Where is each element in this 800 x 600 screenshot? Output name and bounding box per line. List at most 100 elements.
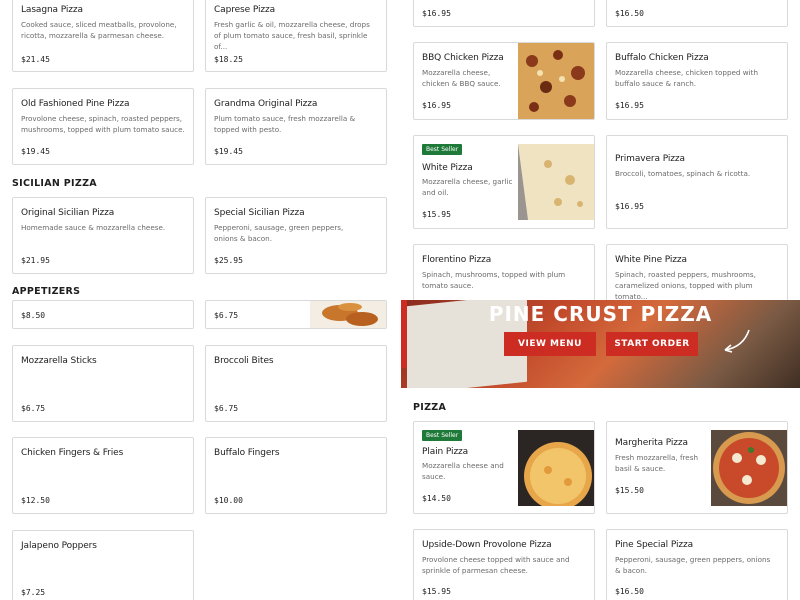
item-description: Mozzarella cheese, chicken & BBQ sauce.: [422, 68, 501, 88]
item-price: $19.45: [21, 147, 50, 156]
item-description: Cooked sauce, sliced meatballs, provolon…: [21, 20, 177, 40]
item-price: $16.50: [615, 9, 644, 18]
menu-item-white-pine-pizza[interactable]: White Pine Pizza Spinach, roasted pepper…: [606, 244, 788, 304]
item-description: Mozzarella cheese, chicken topped with b…: [615, 68, 759, 88]
item-name: BBQ Chicken Pizza: [422, 53, 504, 63]
item-price: $16.50: [615, 587, 644, 596]
item-description: Pepperoni, sausage, green peppers, onion…: [615, 555, 771, 575]
item-description: Pepperoni, sausage, green peppers, onion…: [214, 223, 344, 243]
item-price: $21.95: [21, 256, 50, 265]
menu-item-lasagna-pizza[interactable]: Lasagna Pizza Cooked sauce, sliced meatb…: [12, 0, 194, 72]
item-price: $7.25: [21, 588, 46, 597]
menu-item-buffalo-chicken-pizza[interactable]: Buffalo Chicken Pizza Mozzarella cheese,…: [606, 42, 788, 120]
food-photo: [310, 301, 386, 328]
item-name: Old Fashioned Pine Pizza: [21, 99, 130, 109]
menu-item-white-pizza[interactable]: Best Seller White Pizza Mozzarella chees…: [413, 135, 595, 229]
item-name: Jalapeno Poppers: [21, 541, 97, 551]
menu-item-mozzarella-sticks[interactable]: Mozzarella Sticks $6.75: [12, 345, 194, 422]
menu-item-chicken-fingers-fries[interactable]: Chicken Fingers & Fries $12.50: [12, 437, 194, 514]
item-description: Homemade sauce & mozzarella cheese.: [21, 223, 166, 232]
item-name: White Pine Pizza: [615, 255, 687, 265]
item-price: $25.95: [214, 256, 243, 265]
item-description: Spinach, mushrooms, topped with plum tom…: [422, 270, 566, 290]
menu-item-old-fashioned-pine-pizza[interactable]: Old Fashioned Pine Pizza Provolone chees…: [12, 88, 194, 165]
best-seller-badge: Best Seller: [422, 144, 463, 155]
menu-item-original-sicilian-pizza[interactable]: Original Sicilian Pizza Homemade sauce &…: [12, 197, 194, 274]
item-name: Grandma Original Pizza: [214, 99, 318, 109]
item-description: Mozzarella cheese, garlic and oil.: [422, 177, 513, 197]
item-price: $8.50: [21, 311, 46, 320]
plain-pizza-photo: [518, 430, 594, 506]
item-name: Caprese Pizza: [214, 5, 276, 15]
item-name: Plain Pizza: [422, 447, 469, 457]
item-description: Plum tomato sauce, fresh mozzarella & to…: [214, 114, 356, 134]
item-price: $12.50: [21, 496, 50, 505]
menu-item-broccoli-bites[interactable]: Broccoli Bites $6.75: [205, 345, 387, 422]
item-price: $6.75: [214, 311, 239, 320]
bbq-pizza-photo: [518, 43, 594, 119]
item-name: Chicken Fingers & Fries: [21, 448, 124, 458]
item-description: Broccoli, tomatoes, spinach & ricotta.: [615, 169, 751, 178]
margherita-pizza-photo: [711, 430, 787, 506]
item-name: Pine Special Pizza: [615, 540, 694, 550]
item-name: Broccoli Bites: [214, 356, 274, 366]
item-name: White Pizza: [422, 163, 473, 173]
menu-item-upside-down-provolone-pizza[interactable]: Upside-Down Provolone Pizza Provolone ch…: [413, 529, 595, 600]
item-name: Mozzarella Sticks: [21, 356, 97, 366]
item-price: $15.50: [615, 486, 644, 495]
item-name: Primavera Pizza: [615, 154, 685, 164]
item-price: $6.75: [214, 404, 239, 413]
menu-item-plain-pizza[interactable]: Best Seller Plain Pizza Mozzarella chees…: [413, 421, 595, 514]
menu-item-pine-special-pizza[interactable]: Pine Special Pizza Pepperoni, sausage, g…: [606, 529, 788, 600]
item-name: Original Sicilian Pizza: [21, 208, 115, 218]
menu-item-jalapeno-poppers[interactable]: Jalapeno Poppers $7.25: [12, 530, 194, 600]
start-order-button[interactable]: START ORDER: [606, 332, 698, 356]
menu-item-caprese-pizza[interactable]: Caprese Pizza Fresh garlic & oil, mozzar…: [205, 0, 387, 72]
item-price: $19.45: [214, 147, 243, 156]
hero-banner: PINE CRUST PIZZA VIEW MENU START ORDER: [401, 300, 800, 388]
item-name: Florentino Pizza: [422, 255, 492, 265]
item-price: $10.00: [214, 496, 243, 505]
menu-item-pizza[interactable]: $16.95: [413, 0, 595, 27]
item-description: Provolone cheese topped with sauce and s…: [422, 555, 570, 575]
item-name: Lasagna Pizza: [21, 5, 83, 15]
section-heading-appetizers: APPETIZERS: [12, 286, 81, 297]
menu-item-margherita-pizza[interactable]: Margherita Pizza Fresh mozzarella, fresh…: [606, 421, 788, 514]
item-price: $21.45: [21, 55, 50, 64]
section-heading-sicilian-pizza: SICILIAN PIZZA: [12, 178, 97, 189]
menu-item-pizza[interactable]: $16.50: [606, 0, 788, 27]
item-price: $16.95: [422, 9, 451, 18]
curved-arrow-icon: [724, 329, 750, 353]
menu-item-bbq-chicken-pizza[interactable]: BBQ Chicken Pizza Mozzarella cheese, chi…: [413, 42, 595, 120]
menu-item-florentino-pizza[interactable]: Florentino Pizza Spinach, mushrooms, top…: [413, 244, 595, 304]
menu-item-grandma-original-pizza[interactable]: Grandma Original Pizza Plum tomato sauce…: [205, 88, 387, 165]
item-price: $16.95: [615, 101, 644, 110]
item-description: Spinach, roasted peppers, mushrooms, car…: [615, 270, 756, 301]
item-price: $16.95: [422, 101, 451, 110]
item-name: Special Sicilian Pizza: [214, 208, 305, 218]
item-price: $18.25: [214, 55, 243, 64]
item-name: Buffalo Chicken Pizza: [615, 53, 709, 63]
item-price: $15.95: [422, 210, 451, 219]
item-description: Fresh garlic & oil, mozzarella cheese, d…: [214, 20, 370, 51]
section-heading-pizza: PIZZA: [413, 402, 447, 413]
banner-headline: PINE CRUST PIZZA: [488, 302, 713, 326]
menu-item-primavera-pizza[interactable]: Primavera Pizza Broccoli, tomatoes, spin…: [606, 135, 788, 229]
view-menu-button[interactable]: VIEW MENU: [504, 332, 596, 356]
menu-item-buffalo-fingers[interactable]: Buffalo Fingers $10.00: [205, 437, 387, 514]
menu-item-appetizer[interactable]: $8.50: [12, 300, 194, 329]
item-name: Margherita Pizza: [615, 438, 688, 448]
item-description: Provolone cheese, spinach, roasted peppe…: [21, 114, 185, 134]
best-seller-badge: Best Seller: [422, 430, 463, 441]
item-description: Mozzarella cheese and sauce.: [422, 461, 504, 481]
item-name: Upside-Down Provolone Pizza: [422, 540, 552, 550]
menu-item-appetizer[interactable]: $6.75: [205, 300, 387, 329]
item-price: $14.50: [422, 494, 451, 503]
item-description: Fresh mozzarella, fresh basil & sauce.: [615, 453, 698, 473]
item-price: $16.95: [615, 202, 644, 211]
item-price: $15.95: [422, 587, 451, 596]
item-price: $6.75: [21, 404, 46, 413]
item-name: Buffalo Fingers: [214, 448, 280, 458]
white-pizza-photo: [518, 144, 594, 220]
menu-item-special-sicilian-pizza[interactable]: Special Sicilian Pizza Pepperoni, sausag…: [205, 197, 387, 274]
